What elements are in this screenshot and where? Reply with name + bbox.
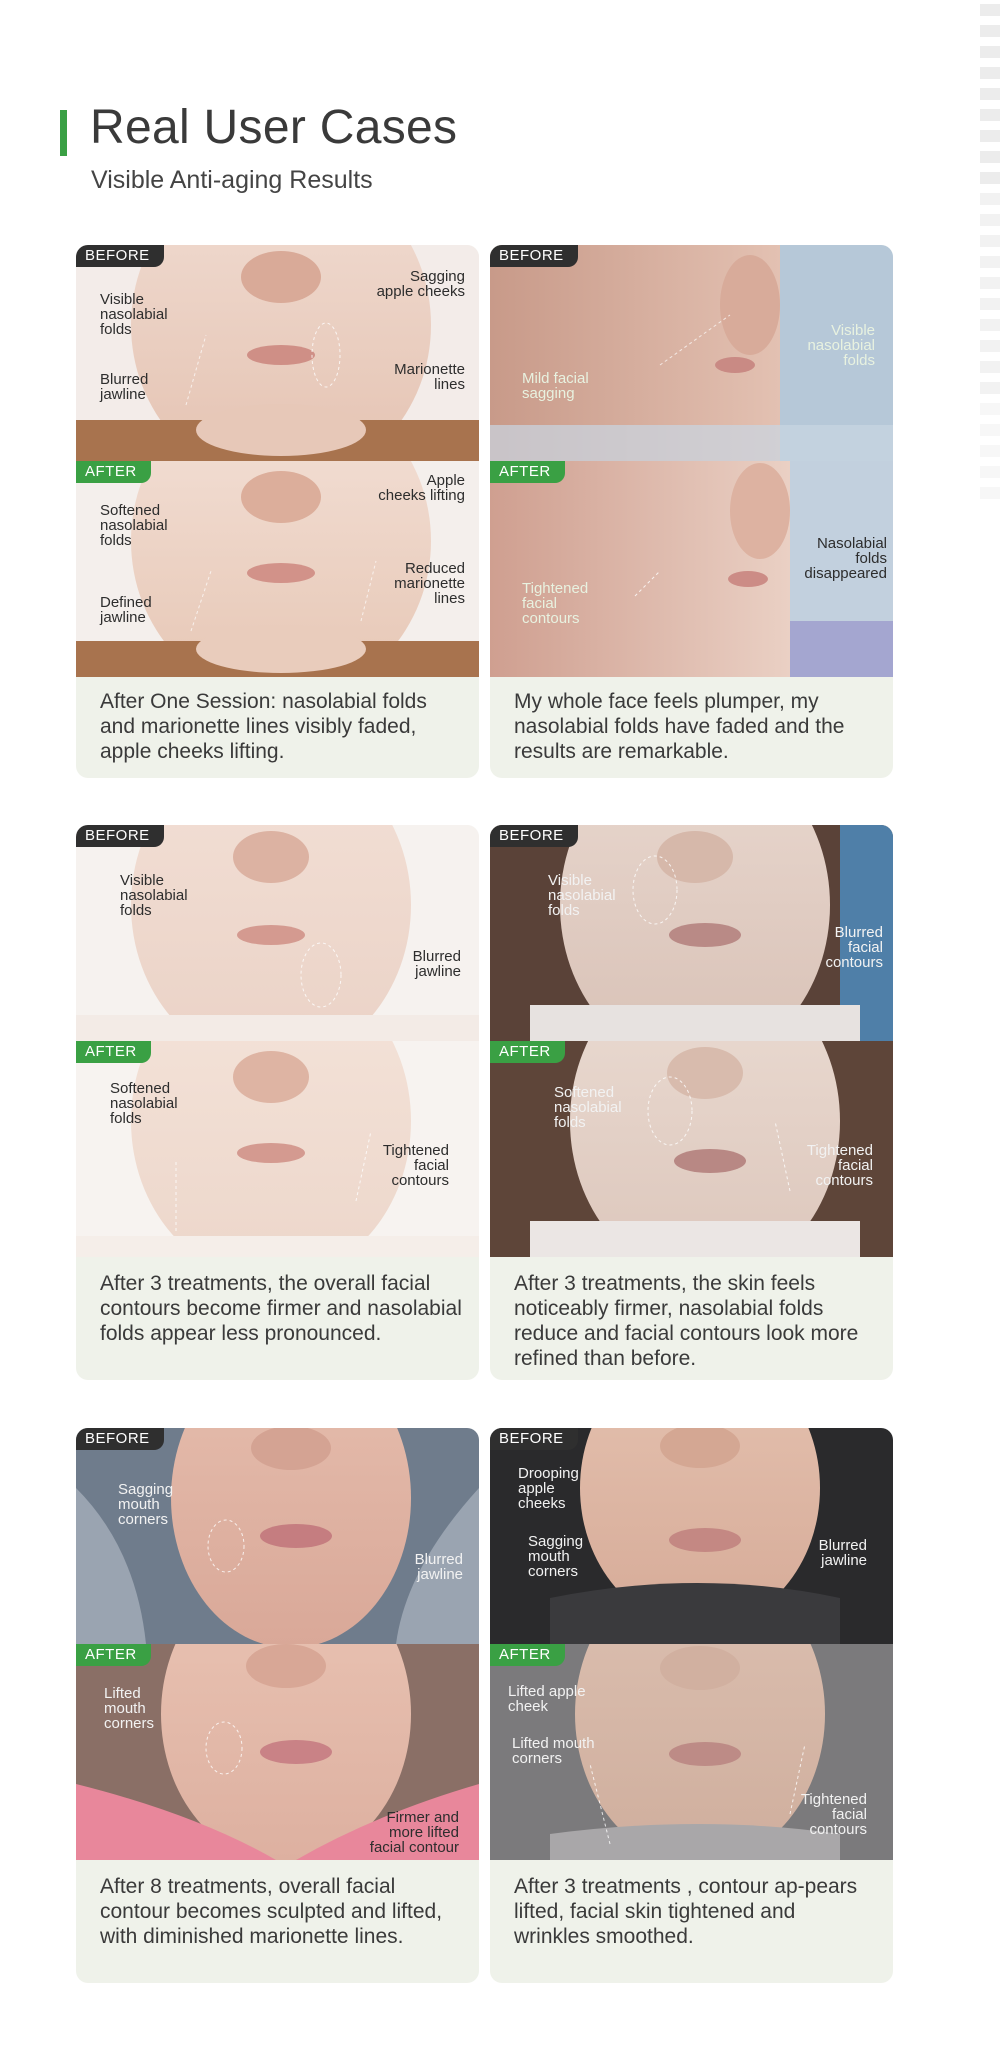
annotation-label: Drooping apple cheeks	[518, 1465, 579, 1512]
case-card-4: BEFORE Visible nasolabial folds Blurred …	[490, 825, 893, 1380]
annotation-label: Lifted mouth corners	[104, 1685, 155, 1732]
after-tag: AFTER	[490, 1644, 565, 1666]
after-photo: AFTER Lifted apple cheek Lifted mouth co…	[490, 1644, 893, 1860]
annotation-label: Tightened facial contours	[800, 1791, 867, 1838]
case-description: After 3 treatments , contour ap-pears li…	[514, 1875, 858, 1948]
after-tag: AFTER	[76, 461, 151, 483]
annotation-label: Lifted apple cheek	[508, 1683, 586, 1715]
annotation-label: Tightened facial contours	[382, 1142, 449, 1189]
after-photo: AFTER Softened nasolabial folds Tightene…	[76, 1041, 479, 1257]
annotation-label: Visible nasolabial folds	[100, 291, 168, 338]
case-card-6: BEFORE Drooping apple cheeks Sagging mou…	[490, 1428, 893, 1983]
case-description: After One Session: nasolabial folds and …	[100, 690, 427, 763]
case-card-2: BEFORE Visible nasolabial folds Mild fac…	[490, 245, 893, 778]
after-tag: AFTER	[490, 1041, 565, 1063]
page-subtitle: Visible Anti-aging Results	[91, 166, 373, 194]
case-card-3: BEFORE Visible nasolabial folds Blurred …	[76, 825, 479, 1380]
after-tag: AFTER	[490, 461, 565, 483]
before-tag: BEFORE	[76, 1428, 164, 1450]
annotation-label: Tightened facial contours	[522, 580, 589, 627]
annotation-label: Apple cheeks lifting	[378, 472, 465, 504]
annotation-label: Sagging mouth corners	[118, 1481, 174, 1528]
annotation-label: Marionette lines	[394, 361, 465, 393]
annotation-label: Softened nasolabial folds	[110, 1080, 178, 1127]
annotation-label: Reduced marionette lines	[394, 560, 465, 607]
before-photo: BEFORE Drooping apple cheeks Sagging mou…	[490, 1428, 893, 1644]
before-photo: BEFORE Visible nasolabial folds Blurred …	[76, 825, 479, 1041]
case-description: My whole face feels plumper, my nasolabi…	[514, 690, 845, 763]
after-photo: AFTER Softened nasolabial folds Tightene…	[490, 1041, 893, 1257]
after-tag: AFTER	[76, 1041, 151, 1063]
annotation-label: Visible nasolabial folds	[807, 322, 875, 369]
annotation-label: Visible nasolabial folds	[548, 872, 616, 919]
before-photo: BEFORE Visible nasolabial folds Blurred …	[490, 825, 893, 1041]
after-tag: AFTER	[76, 1644, 151, 1666]
case-description: After 8 treatments, overall facial conto…	[100, 1875, 443, 1948]
annotation-label: Softened nasolabial folds	[554, 1084, 622, 1131]
annotation-label: Firmer and more lifted facial contour	[369, 1809, 459, 1856]
annotation-label: Blurred jawline	[818, 1537, 867, 1569]
before-photo: BEFORE Visible nasolabial folds Sagging …	[76, 245, 479, 461]
before-tag: BEFORE	[490, 825, 578, 847]
before-photo: BEFORE Sagging mouth corners Blurred jaw…	[76, 1428, 479, 1644]
before-tag: BEFORE	[76, 245, 164, 267]
before-tag: BEFORE	[490, 245, 578, 267]
case-card-5: BEFORE Sagging mouth corners Blurred jaw…	[76, 1428, 479, 1983]
annotation-label: Lifted mouth corners	[512, 1735, 595, 1767]
annotation-label: Blurred jawline	[412, 948, 461, 980]
annotation-label: Sagging mouth corners	[528, 1533, 584, 1580]
after-photo: AFTER Lifted mouth corners Firmer and mo…	[76, 1644, 479, 1860]
title-accent-bar	[60, 110, 67, 156]
annotation-label: Softened nasolabial folds	[100, 502, 168, 549]
annotation-label: Sagging apple cheeks	[376, 268, 465, 300]
before-tag: BEFORE	[490, 1428, 578, 1450]
annotation-label: Defined jawline	[100, 594, 152, 626]
side-decoration-strip	[980, 0, 1000, 544]
case-description: After 3 treatments, the skin feels notic…	[514, 1272, 859, 1370]
annotation-label: Visible nasolabial folds	[120, 872, 188, 919]
annotation-label: Nasolabial folds disappeared	[804, 535, 887, 582]
page-title: Real User Cases	[90, 101, 458, 154]
before-tag: BEFORE	[76, 825, 164, 847]
annotation-label: Blurred jawline	[100, 371, 149, 403]
before-photo: BEFORE Visible nasolabial folds Mild fac…	[490, 245, 893, 461]
case-card-1: BEFORE Visible nasolabial folds Sagging …	[76, 245, 479, 778]
annotation-label: Blurred facial contours	[825, 924, 883, 971]
after-photo: AFTER Softened nasolabial folds Apple ch…	[76, 461, 479, 677]
annotation-label: Blurred jawline	[414, 1551, 463, 1583]
after-photo: AFTER Nasolabial folds disappeared Tight…	[490, 461, 893, 677]
case-description: After 3 treatments, the overall facial c…	[100, 1272, 462, 1345]
annotation-label: Tightened facial contours	[806, 1142, 873, 1189]
annotation-label: Mild facial sagging	[522, 370, 589, 402]
